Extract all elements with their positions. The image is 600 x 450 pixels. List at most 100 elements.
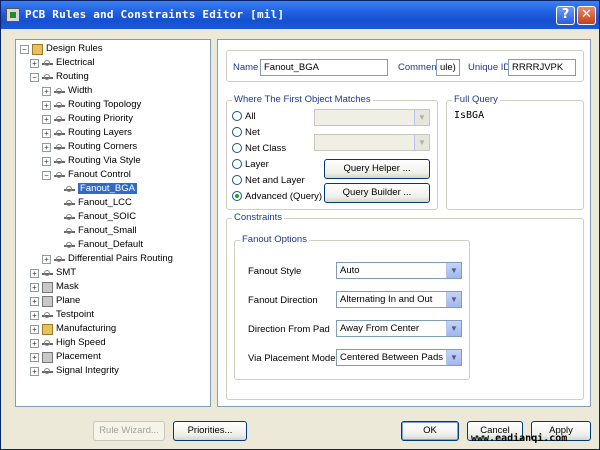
chevron-down-icon[interactable]: ▼	[446, 263, 461, 278]
tree-item-routing-layers[interactable]: + Routing Layers	[42, 126, 132, 140]
rule-icon	[64, 184, 75, 195]
full-query-text[interactable]: IsBGA	[454, 110, 484, 121]
rules-root-icon	[32, 43, 43, 55]
name-field[interactable]: Fanout_BGA	[260, 59, 388, 76]
expand-icon[interactable]: +	[42, 114, 51, 124]
signal-integrity-icon	[42, 366, 53, 377]
tree-item-placement[interactable]: + Placement	[30, 350, 101, 364]
manufacturing-icon	[42, 323, 53, 335]
radio-net-class[interactable]: Net Class	[232, 142, 286, 156]
placement-icon	[42, 351, 53, 363]
expand-icon[interactable]: +	[42, 100, 51, 110]
tree-item-fanout-soic[interactable]: Fanout_SOIC	[64, 210, 136, 224]
close-button[interactable]: ✕	[577, 6, 596, 25]
expand-icon[interactable]: +	[30, 352, 39, 362]
rules-tree[interactable]: − Design Rules + Electrical − Routing + Widt…	[15, 39, 211, 407]
rule-icon	[54, 128, 65, 139]
tree-item-mask[interactable]: + Mask	[30, 280, 79, 294]
query-helper-button[interactable]: Query Helper ...	[324, 159, 430, 179]
expand-icon[interactable]: +	[30, 338, 39, 348]
fanout-direction-select[interactable]: Alternating In and Out ▼	[336, 291, 462, 308]
rules-editor-window: PCB Rules and Constraints Editor [mil] ?…	[0, 0, 600, 450]
tree-item-fanout-default[interactable]: Fanout_Default	[64, 238, 143, 252]
tree-item-design-rules[interactable]: − Design Rules	[20, 42, 103, 56]
watermark-text: www.eadianqi.com	[471, 433, 568, 444]
rule-icon	[54, 142, 65, 153]
radio-net[interactable]: Net	[232, 126, 260, 140]
app-icon	[6, 8, 20, 22]
tree-item-routing-topology[interactable]: + Routing Topology	[42, 98, 141, 112]
tree-item-fanout-bga[interactable]: Fanout_BGA	[64, 182, 137, 196]
radio-layer[interactable]: Layer	[232, 158, 269, 172]
electrical-icon	[42, 58, 53, 69]
collapse-icon[interactable]: −	[20, 44, 29, 54]
rule-icon	[64, 198, 75, 209]
radio-advanced-query[interactable]: Advanced (Query)	[232, 190, 322, 204]
tree-item-fanout-lcc[interactable]: Fanout_LCC	[64, 196, 132, 210]
expand-icon[interactable]: +	[42, 86, 51, 96]
tree-item-routing-priority[interactable]: + Routing Priority	[42, 112, 133, 126]
ok-button[interactable]: OK	[401, 421, 459, 441]
full-query-title: Full Query	[452, 94, 500, 105]
tree-item-high-speed[interactable]: + High Speed	[30, 336, 106, 350]
rule-icon	[54, 254, 65, 265]
expand-icon[interactable]: +	[42, 128, 51, 138]
title-bar[interactable]: PCB Rules and Constraints Editor [mil] ?…	[1, 1, 599, 29]
tree-item-routing[interactable]: − Routing	[30, 70, 89, 84]
rule-icon	[54, 86, 65, 97]
expand-icon[interactable]: +	[30, 268, 39, 278]
radio-all[interactable]: All	[232, 110, 256, 124]
expand-icon[interactable]: +	[30, 324, 39, 334]
expand-icon[interactable]: +	[30, 282, 39, 292]
radio-net-and-layer[interactable]: Net and Layer	[232, 174, 305, 188]
rule-icon	[64, 226, 75, 237]
expand-icon[interactable]: +	[42, 156, 51, 166]
dialog-client: − Design Rules + Electrical − Routing + Widt…	[5, 31, 595, 411]
expand-icon[interactable]: +	[30, 366, 39, 376]
expand-icon[interactable]: +	[30, 58, 39, 68]
priorities-button[interactable]: Priorities...	[173, 421, 247, 441]
name-label: Name	[233, 62, 259, 73]
tree-item-signal-integrity[interactable]: + Signal Integrity	[30, 364, 119, 378]
chevron-down-icon[interactable]: ▼	[446, 350, 461, 365]
tree-item-diff-pairs-routing[interactable]: + Differential Pairs Routing	[42, 252, 173, 266]
expand-icon[interactable]: +	[30, 310, 39, 320]
expand-icon[interactable]: +	[30, 296, 39, 306]
tree-item-manufacturing[interactable]: + Manufacturing	[30, 322, 116, 336]
radio-selected-icon	[232, 191, 242, 202]
constraints-title: Constraints	[232, 212, 285, 223]
tree-item-width[interactable]: + Width	[42, 84, 92, 98]
tree-item-electrical[interactable]: + Electrical	[30, 56, 95, 70]
direction-from-pad-select[interactable]: Away From Center ▼	[336, 320, 462, 337]
tree-item-routing-corners[interactable]: + Routing Corners	[42, 140, 137, 154]
direction-from-pad-label: Direction From Pad	[248, 324, 330, 335]
comment-field[interactable]: ule)	[436, 59, 460, 76]
chevron-down-icon[interactable]: ▼	[446, 292, 461, 307]
fanout-style-label: Fanout Style	[248, 266, 302, 277]
help-button[interactable]: ?	[556, 6, 575, 25]
tree-item-smt[interactable]: + SMT	[30, 266, 76, 280]
expand-icon[interactable]: +	[42, 142, 51, 152]
radio-icon	[232, 111, 242, 122]
radio-icon	[232, 175, 242, 186]
tree-item-plane[interactable]: + Plane	[30, 294, 80, 308]
tree-item-fanout-small[interactable]: Fanout_Small	[64, 224, 137, 238]
radio-icon	[232, 159, 242, 170]
comment-label: Comment	[398, 62, 440, 73]
rule-properties-pane: Name Fanout_BGA Comment ule) Unique ID R…	[217, 39, 591, 407]
via-placement-mode-select[interactable]: Centered Between Pads ▼	[336, 349, 462, 366]
unique-id-field[interactable]: RRRRJVPK	[508, 59, 576, 76]
tree-item-testpoint[interactable]: + Testpoint	[30, 308, 94, 322]
rule-icon	[54, 100, 65, 111]
collapse-icon[interactable]: −	[30, 72, 39, 82]
collapse-icon[interactable]: −	[42, 170, 51, 180]
query-builder-button[interactable]: Query Builder ...	[324, 183, 430, 203]
tree-item-routing-via-style[interactable]: + Routing Via Style	[42, 154, 141, 168]
tree-item-fanout-control[interactable]: − Fanout Control	[42, 168, 131, 182]
fanout-style-select[interactable]: Auto ▼	[336, 262, 462, 279]
fanout-options-title: Fanout Options	[240, 234, 309, 245]
testpoint-icon	[42, 310, 53, 321]
chevron-down-icon[interactable]: ▼	[446, 321, 461, 336]
window-title: PCB Rules and Constraints Editor [mil]	[25, 8, 285, 21]
expand-icon[interactable]: +	[42, 254, 51, 264]
